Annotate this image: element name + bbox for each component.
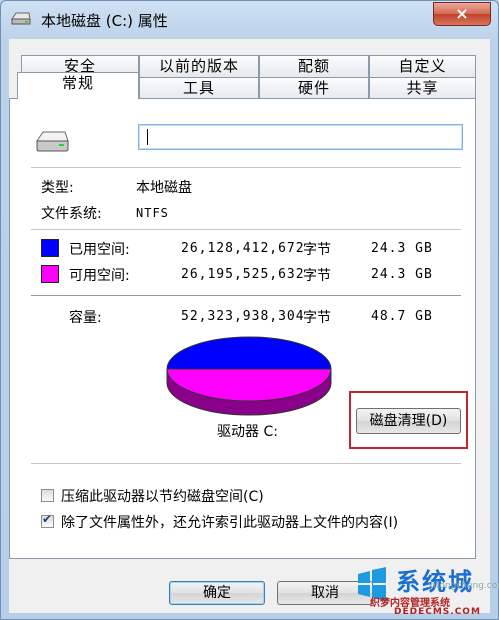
index-label[interactable]: 除了文件属性外，还允许索引此驱动器上文件的内容(I): [61, 512, 398, 532]
type-value: 本地磁盘: [136, 180, 192, 196]
tab-customize[interactable]: 自定义: [369, 55, 476, 77]
used-space-unit: 字节: [303, 242, 331, 258]
capacity-bytes: 52,323,938,304: [181, 309, 305, 324]
drive-label: 驱动器 C:: [217, 424, 278, 440]
tab-quota[interactable]: 配额: [259, 55, 369, 77]
index-checkbox[interactable]: [41, 512, 54, 528]
tab-previous-versions[interactable]: 以前的版本: [139, 55, 259, 77]
tab-sharing[interactable]: 共享: [369, 77, 476, 99]
free-space-bytes: 26,195,525,632: [181, 267, 305, 282]
usage-pie-chart: [166, 336, 332, 416]
hard-drive-icon: [36, 131, 69, 152]
capacity-unit: 字节: [303, 310, 331, 326]
disk-cleanup-button[interactable]: 磁盘清理(D): [356, 408, 461, 434]
drive-name-input[interactable]: [138, 124, 463, 150]
capacity-size: 48.7 GB: [371, 309, 433, 324]
tab-hardware[interactable]: 硬件: [259, 77, 369, 99]
compress-checkbox[interactable]: [41, 489, 54, 502]
free-space-swatch: [41, 265, 59, 283]
tab-tools[interactable]: 工具: [139, 77, 259, 99]
capacity-label: 容量:: [69, 310, 102, 326]
separator: [31, 229, 461, 230]
watermark-domain: xitongcheng.com: [428, 581, 499, 591]
used-space-size: 24.3 GB: [371, 241, 433, 256]
close-button[interactable]: ×: [433, 2, 491, 26]
drive-icon: [11, 12, 31, 25]
free-space-size: 24.3 GB: [371, 267, 433, 282]
used-space-swatch: [41, 239, 59, 257]
site-watermark: 系统城 xitongcheng.com 织梦内容管理系统 DEDECMS.COM: [346, 560, 499, 620]
used-space-label: 已用空间:: [69, 242, 130, 258]
watermark-brand: 系统城: [396, 568, 474, 596]
filesystem-value: NTFS: [136, 206, 169, 220]
used-space-bytes: 26,128,412,672: [181, 241, 305, 256]
filesystem-label: 文件系统:: [41, 206, 102, 222]
separator: [31, 295, 461, 296]
text-caret: [147, 129, 148, 145]
ok-button[interactable]: 确定: [169, 581, 265, 605]
type-label: 类型:: [41, 180, 74, 196]
separator: [31, 167, 461, 168]
properties-window: 本地磁盘 (C:) 属性 × 安全 以前的版本 配额 自定义 工具 硬件 共享 …: [0, 0, 499, 620]
free-space-unit: 字节: [303, 268, 331, 284]
free-space-label: 可用空间:: [69, 268, 130, 284]
separator: [31, 463, 461, 464]
watermark-url: DEDECMS.COM: [394, 607, 481, 617]
compress-label[interactable]: 压缩此驱动器以节约磁盘空间(C): [61, 486, 264, 506]
pie-used-slice: [166, 336, 332, 370]
window-title: 本地磁盘 (C:) 属性: [41, 12, 168, 30]
title-bar[interactable]: 本地磁盘 (C:) 属性 ×: [1, 1, 498, 37]
tab-general[interactable]: 常规: [17, 72, 139, 99]
